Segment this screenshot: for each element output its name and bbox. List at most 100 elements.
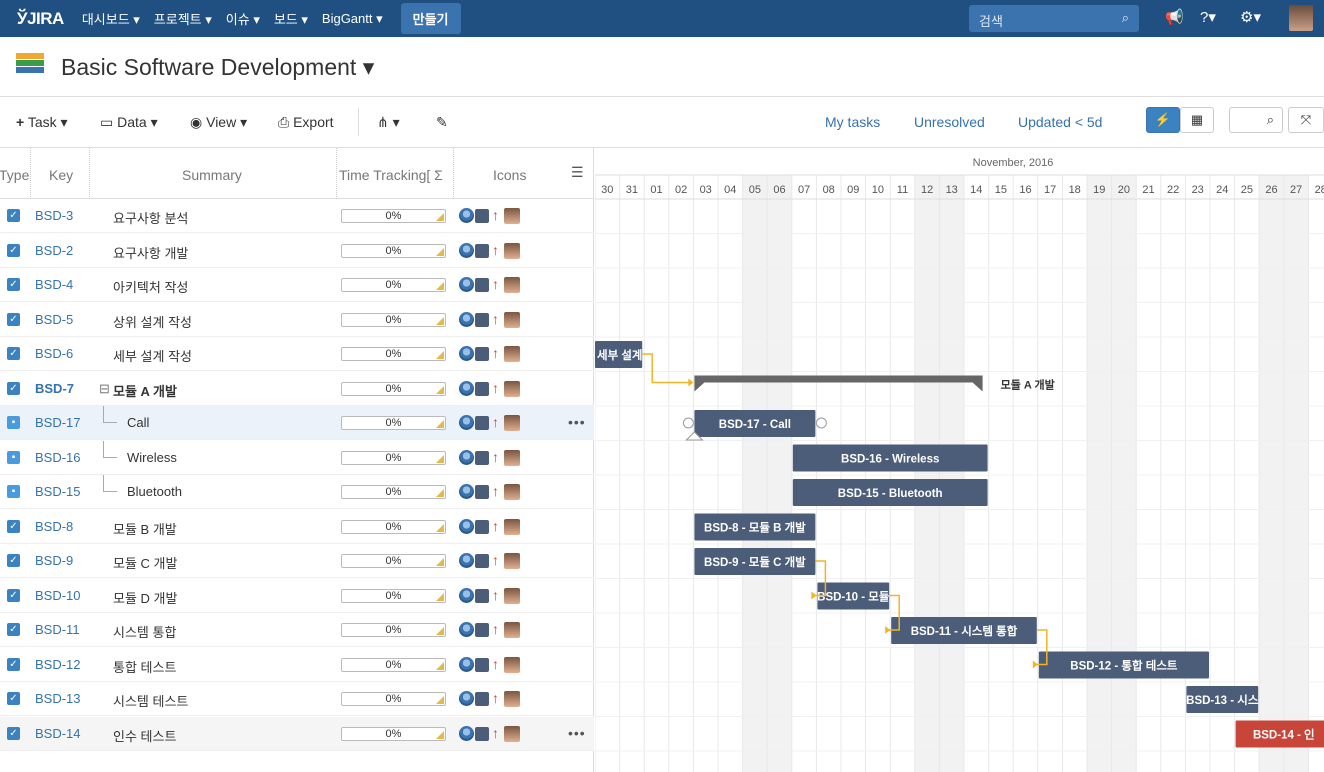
settings-gear-icon[interactable]: ⚙▾ [1240,8,1261,26]
issue-summary[interactable]: 상위 설계 작성 [113,312,192,331]
filter-updated[interactable]: Updated < 5d [1018,114,1102,130]
column-summary[interactable]: Summary [182,167,242,183]
table-row[interactable]: ✓ BSD-11 시스템 통합 0% ↑ [0,613,594,647]
search-input[interactable]: 검색 ⌕ [969,5,1139,32]
issue-key[interactable]: BSD-3 [35,208,73,223]
issue-summary[interactable]: 세부 설계 작성 [113,346,192,365]
arrow-up-icon: ↑ [492,379,499,396]
table-row[interactable]: ✓ BSD-6 세부 설계 작성 0% ↑ [0,337,594,371]
issue-key[interactable]: BSD-14 [35,726,81,741]
user-avatar[interactable] [1289,5,1313,31]
gantt-settings-button[interactable]: ⋔ ▾ [377,114,400,131]
table-row[interactable]: ▪ BSD-16 Wireless 0% ↑ [0,440,594,475]
table-row[interactable]: ✓ BSD-2 요구사항 개발 0% ↑ [0,234,594,268]
dependency-link[interactable] [642,353,693,384]
table-row[interactable]: ✓ BSD-14 인수 테스트 0% ↑ ••• [0,716,594,751]
issue-summary[interactable]: 통합 테스트 [113,657,176,676]
auto-schedule-bolt-icon[interactable]: ⚡ [1146,107,1180,133]
issue-key[interactable]: BSD-8 [35,519,73,534]
nav-dashboards[interactable]: 대시보드 ▾ [82,9,140,28]
jira-logo[interactable]: ЎJIRA [17,9,64,29]
issue-summary[interactable]: 시스템 테스트 [113,691,188,710]
table-row[interactable]: ▪ BSD-15 Bluetooth 0% ↑ [0,475,594,509]
project-title[interactable]: Basic Software Development ▾ [61,54,374,81]
issue-key[interactable]: BSD-10 [35,588,81,603]
issue-key[interactable]: BSD-5 [35,312,73,327]
issue-summary[interactable]: 요구사항 분석 [113,208,188,227]
table-row[interactable]: ✓ BSD-4 아키텍처 작성 0% ↑ [0,268,594,302]
time-tracking-bar: 0% [341,588,446,603]
issue-summary[interactable]: Wireless [127,450,177,465]
table-row[interactable]: ✓ BSD-8 모듈 B 개발 0% ↑ [0,510,594,544]
issue-key[interactable]: BSD-13 [35,691,81,706]
table-row[interactable]: ✓ BSD-10 모듈 D 개발 0% ↑ [0,579,594,613]
table-row[interactable]: ▪ BSD-17 Call 0% ↑ ••• [0,406,594,440]
resize-handle-right[interactable] [815,417,827,429]
filter-unresolved[interactable]: Unresolved [914,114,985,130]
column-icons[interactable]: Icons [493,167,526,183]
help-icon[interactable]: ?▾ [1200,8,1216,26]
issue-summary[interactable]: 모듈 C 개발 [113,553,177,572]
issue-key[interactable]: BSD-16 [35,450,81,465]
resize-handle-left[interactable] [682,417,694,429]
table-row[interactable]: ✓ BSD-9 모듈 C 개발 0% ↑ [0,544,594,578]
issue-key[interactable]: BSD-15 [35,484,81,499]
day-label: 16 [1019,184,1031,196]
issue-summary[interactable]: 시스템 통합 [113,622,176,641]
issue-summary[interactable]: 아키텍처 작성 [113,277,188,296]
issue-summary[interactable]: Call [127,415,149,430]
table-row[interactable]: ✓ BSD-7 ⊟ 모듈 A 개발 0% ↑ [0,372,594,406]
issue-summary[interactable]: 모듈 B 개발 [113,519,177,538]
data-menu-button[interactable]: ▭ Data ▾ [100,114,158,131]
column-divider [89,148,90,199]
issue-icons: ↑ [459,690,523,707]
assignee-avatar [504,518,520,535]
view-menu-button[interactable]: ◉ View ▾ [190,114,247,131]
column-type[interactable]: Type [0,167,29,183]
add-task-button[interactable]: + Task ▾ [16,114,68,131]
edit-pencil-icon[interactable]: ✎ [436,114,448,131]
column-key[interactable]: Key [49,167,73,183]
column-config-icon[interactable]: ☰ [571,164,584,181]
plus-icon: + [16,114,25,130]
issue-summary[interactable]: 인수 테스트 [113,726,176,745]
issue-key[interactable]: BSD-2 [35,243,73,258]
table-row[interactable]: ✓ BSD-5 상위 설계 작성 0% ↑ [0,303,594,337]
issue-key[interactable]: BSD-17 [35,415,81,430]
time-tracking-bar: 0% [341,726,446,741]
task-type-icon: ✓ [7,657,20,671]
issue-key[interactable]: BSD-7 [35,381,74,396]
table-row[interactable]: ✓ BSD-13 시스템 테스트 0% ↑ [0,682,594,716]
issue-key[interactable]: BSD-4 [35,277,73,292]
issue-key[interactable]: BSD-11 [35,622,80,637]
day-label: 19 [1093,184,1105,196]
calendar-icon[interactable]: ▦ [1180,107,1214,133]
table-row[interactable]: ✓ BSD-3 요구사항 분석 0% ↑ [0,199,594,233]
issue-summary[interactable]: 모듈 D 개발 [113,588,177,607]
create-button[interactable]: 만들기 [400,3,461,34]
row-menu-icon[interactable]: ••• [568,725,586,741]
issue-key[interactable]: BSD-6 [35,346,73,361]
issue-summary[interactable]: Bluetooth [127,484,182,499]
issue-summary[interactable]: 요구사항 개발 [113,243,188,262]
nav-issues[interactable]: 이슈 ▾ [226,9,260,28]
nav-biggantt[interactable]: BigGantt ▾ [322,11,383,27]
assignee-avatar [504,656,520,673]
filter-my-tasks[interactable]: My tasks [825,114,880,130]
gantt-search-icon[interactable]: ⌕ [1229,107,1283,133]
collapse-toggle-icon[interactable]: ⊟ [99,381,110,397]
priority-icon [459,725,474,741]
issue-key[interactable]: BSD-12 [35,657,81,672]
nav-boards[interactable]: 보드 ▾ [274,9,308,28]
row-menu-icon[interactable]: ••• [568,414,586,430]
table-row[interactable]: ✓ BSD-12 통합 테스트 0% ↑ [0,648,594,682]
issue-key[interactable]: BSD-9 [35,553,73,568]
column-time-tracking[interactable]: Time Tracking[ Σ [339,167,443,183]
issue-summary[interactable]: 모듈 A 개발 [113,381,177,400]
fullscreen-icon[interactable]: ⤧ [1288,107,1324,133]
issue-icons: ↑ [459,379,523,397]
nav-projects[interactable]: 프로젝트 ▾ [154,9,212,28]
export-button[interactable]: ⎙ Export [278,114,334,131]
feedback-icon[interactable]: 📢 [1165,8,1184,26]
arrow-up-icon: ↑ [492,724,499,741]
